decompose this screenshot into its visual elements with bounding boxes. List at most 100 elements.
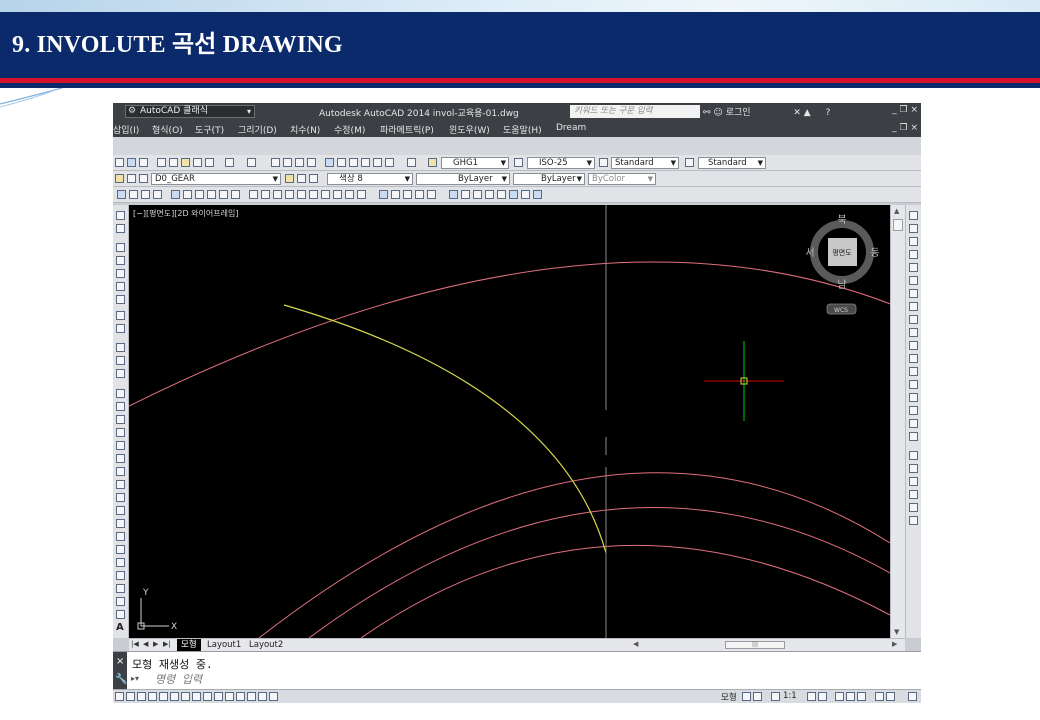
mtext-icon[interactable]: A	[116, 623, 125, 633]
layer-on-icon[interactable]	[115, 174, 124, 183]
login-link[interactable]: 로그인	[726, 108, 751, 118]
isolate-objects-icon[interactable]	[875, 692, 884, 701]
rectangle-icon[interactable]	[116, 441, 125, 450]
annotation-visibility-icon[interactable]	[807, 692, 816, 701]
vertical-scrollbar[interactable]: ▲ ▼	[890, 205, 905, 638]
quickview-layouts-icon[interactable]	[742, 692, 751, 701]
array-icon[interactable]	[909, 263, 918, 272]
break-icon[interactable]	[909, 367, 918, 376]
rotate-icon[interactable]	[909, 289, 918, 298]
menu-modify[interactable]: 수정(M)	[334, 123, 365, 136]
menu-dimension[interactable]: 치수(N)	[290, 123, 320, 136]
spline-icon[interactable]	[116, 493, 125, 502]
extrude-icon[interactable]	[379, 190, 388, 199]
wipeout-icon[interactable]	[219, 190, 228, 199]
document-window-controls[interactable]: _ ❐ ×	[892, 123, 918, 133]
menu-insert[interactable]: 삽입(I)	[113, 123, 139, 136]
hatch-icon[interactable]	[171, 190, 180, 199]
clean-screen-icon[interactable]	[908, 692, 917, 701]
gradient-icon[interactable]	[183, 190, 192, 199]
am-icon[interactable]	[258, 692, 267, 701]
tool-icon[interactable]	[116, 295, 125, 304]
tab-next-icon[interactable]: ▶	[153, 640, 158, 648]
pyramid-icon[interactable]	[333, 190, 342, 199]
tool-icon[interactable]	[116, 282, 125, 291]
tab-model[interactable]: 모형	[177, 639, 201, 651]
send-back-icon[interactable]	[909, 477, 918, 486]
wrench-icon[interactable]: 🔧	[115, 674, 127, 685]
textstyle-icon[interactable]	[428, 158, 437, 167]
workspace-dropdown[interactable]: ⚙ AutoCAD 클래식 ▾	[125, 105, 255, 118]
explode-icon[interactable]	[909, 432, 918, 441]
linetype-dropdown[interactable]: ByLayer ▼	[416, 173, 510, 185]
circle-icon[interactable]	[116, 467, 125, 476]
grid-icon[interactable]	[126, 692, 135, 701]
layer-states-icon[interactable]	[309, 174, 318, 183]
ducs-icon[interactable]	[192, 692, 201, 701]
tab-layout1[interactable]: Layout1	[203, 639, 245, 651]
dyn-icon[interactable]	[203, 692, 212, 701]
tab-last-icon[interactable]: ▶|	[163, 640, 171, 648]
dimstyle-icon[interactable]	[514, 158, 523, 167]
workspace-switch-icon[interactable]	[835, 692, 844, 701]
line-icon[interactable]	[116, 389, 125, 398]
annotation-monitor-icon[interactable]	[269, 692, 278, 701]
undo-icon[interactable]	[225, 158, 234, 167]
annotation-scale-value[interactable]: 1:1	[783, 691, 797, 701]
statusbar-menu-icon[interactable]	[886, 692, 895, 701]
angle-icon[interactable]	[141, 190, 150, 199]
toolpalettes-icon[interactable]	[349, 158, 358, 167]
model-space-label[interactable]: 모형	[721, 691, 737, 703]
cut-icon[interactable]	[157, 158, 166, 167]
viewport-controls-label[interactable]: [−][평면도][2D 와이어프레임]	[133, 208, 238, 219]
blend-icon[interactable]	[909, 419, 918, 428]
plotstyle-dropdown[interactable]: ByColor ▼	[588, 173, 656, 185]
tool-icon[interactable]	[116, 224, 125, 233]
area-icon[interactable]	[153, 190, 162, 199]
send-under-icon[interactable]	[909, 503, 918, 512]
hscroll-left-icon[interactable]: ◀	[633, 640, 638, 648]
copy-object-icon[interactable]	[909, 224, 918, 233]
markup-icon[interactable]	[373, 158, 382, 167]
sphere-icon[interactable]	[297, 190, 306, 199]
menu-tools[interactable]: 도구(T)	[195, 123, 224, 136]
cylinder-icon[interactable]	[309, 190, 318, 199]
drawing-canvas[interactable]: 평면도 북 남 동 서 WCS Y X	[129, 205, 890, 638]
3dosnap-icon[interactable]	[170, 692, 179, 701]
copy-icon[interactable]	[169, 158, 178, 167]
zoom-window-icon[interactable]	[295, 158, 304, 167]
user-icon[interactable]: ☺	[713, 108, 722, 118]
zoom-realtime-icon[interactable]	[283, 158, 292, 167]
gradient-tool-icon[interactable]	[116, 584, 125, 593]
helix-icon[interactable]	[345, 190, 354, 199]
lock-icon[interactable]	[846, 692, 855, 701]
command-prompt-icon[interactable]: ▸▾	[131, 674, 139, 683]
snap-icon[interactable]	[115, 692, 124, 701]
subtract-icon[interactable]	[461, 190, 470, 199]
properties-icon[interactable]	[325, 158, 334, 167]
text-front-icon[interactable]	[909, 516, 918, 525]
make-current-icon[interactable]	[285, 174, 294, 183]
hatch-tool-icon[interactable]	[116, 571, 125, 580]
region-tool-icon[interactable]	[116, 597, 125, 606]
blockeditor-icon[interactable]	[205, 158, 214, 167]
trim-icon[interactable]	[909, 328, 918, 337]
polygon-icon[interactable]	[116, 428, 125, 437]
menu-help[interactable]: 도움말(H)	[503, 123, 542, 136]
tab-layout2[interactable]: Layout2	[245, 639, 287, 651]
mirror-icon[interactable]	[909, 237, 918, 246]
command-input[interactable]	[155, 672, 895, 686]
break-at-point-icon[interactable]	[909, 354, 918, 363]
quickview-drawings-icon[interactable]	[753, 692, 762, 701]
wedge-icon[interactable]	[273, 190, 282, 199]
planar-surface-icon[interactable]	[357, 190, 366, 199]
polar-icon[interactable]	[148, 692, 157, 701]
otrack-icon[interactable]	[181, 692, 190, 701]
scale-icon[interactable]	[909, 302, 918, 311]
layer-previous-icon[interactable]	[297, 174, 306, 183]
point-icon[interactable]	[116, 558, 125, 567]
union-icon[interactable]	[449, 190, 458, 199]
search-input[interactable]: 키워드 또는 구문 입력	[570, 105, 700, 118]
help-toolbar-icon[interactable]	[407, 158, 416, 167]
text-style-dropdown[interactable]: GHG1 ▼	[441, 157, 509, 169]
